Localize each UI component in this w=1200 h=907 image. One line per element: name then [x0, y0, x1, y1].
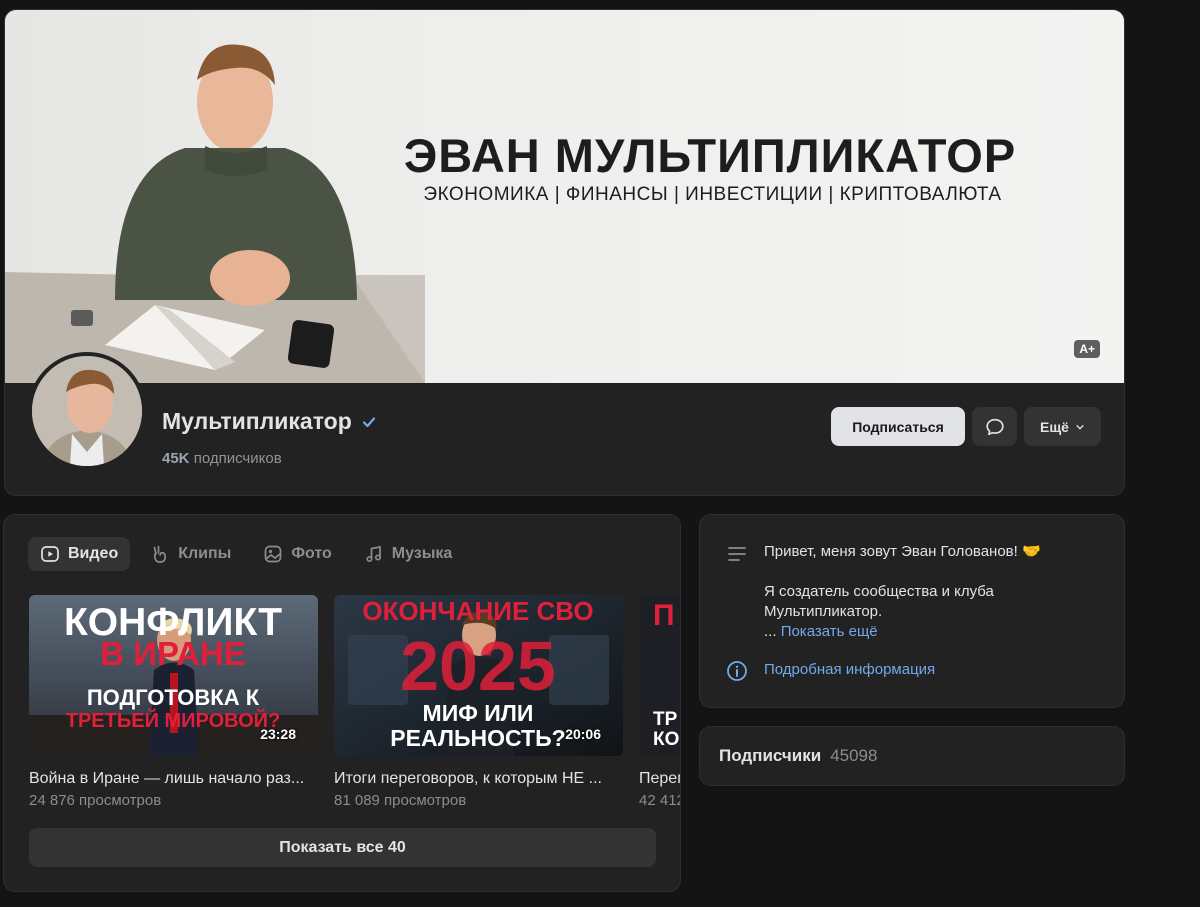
tab-videos-label: Видео: [68, 545, 119, 562]
tab-music-label: Музыка: [391, 545, 453, 562]
more-label: Ещё: [1040, 418, 1069, 435]
group-header-card: ЭВАН МУЛЬТИПЛИКАТОР ЭКОНОМИКА | ФИНАНСЫ …: [4, 9, 1125, 496]
thumb-line: В ИРАНЕ: [100, 635, 246, 672]
tab-photos[interactable]: Фото: [251, 537, 343, 571]
thumb-line: П: [653, 599, 675, 632]
video-title[interactable]: Война в Иране — лишь начало раз...: [29, 770, 318, 788]
show-all-videos-button[interactable]: Показать все 40: [29, 828, 656, 867]
about-section: Привет, меня зовут Эван Голованов! 🤝 Я с…: [699, 514, 1125, 708]
chevron-down-icon: [1076, 424, 1084, 430]
about-description: Привет, меня зовут Эван Голованов! 🤝 Я с…: [764, 542, 1104, 642]
message-icon: [985, 418, 1004, 435]
cover-title: ЭВАН МУЛЬТИПЛИКАТОР: [403, 129, 1017, 182]
tab-videos[interactable]: Видео: [28, 537, 131, 571]
video-title[interactable]: Перег: [639, 770, 680, 788]
thumb-line: МИФ ИЛИ: [423, 700, 534, 726]
clip-icon: [153, 545, 167, 563]
photo-icon: [264, 545, 282, 563]
age-rating-badge: A+: [1074, 340, 1100, 358]
tab-clips[interactable]: Клипы: [138, 537, 243, 571]
video-thumbnail[interactable]: П ТР КО: [639, 595, 680, 756]
subscribers-short: 45K: [162, 450, 190, 467]
subscribers-count: 45098: [830, 746, 878, 765]
thumb-line: ПОДГОТОВКА К: [87, 685, 260, 710]
video-title[interactable]: Итоги переговоров, к которым НЕ ...: [334, 770, 623, 788]
video-views: 24 876 просмотров: [29, 792, 162, 809]
video-duration: 23:28: [260, 726, 296, 742]
subscribers-word: подписчиков: [193, 450, 282, 467]
thumb-line: КО: [653, 729, 679, 750]
tab-clips-label: Клипы: [178, 545, 232, 562]
video-thumbnail[interactable]: КОНФЛИКТ В ИРАНЕ ПОДГОТОВКА К ТРЕТЬЕЙ МИ…: [29, 595, 318, 756]
details-link[interactable]: Подробная информация: [764, 661, 935, 678]
thumb-line: ОКОНЧАНИЕ СВО: [362, 596, 593, 626]
cover-image: ЭВАН МУЛЬТИПЛИКАТОР ЭКОНОМИКА | ФИНАНСЫ …: [5, 10, 1124, 383]
video-views: 81 089 просмотров: [334, 792, 467, 809]
show-more-link[interactable]: Показать ещё: [781, 623, 878, 640]
about-line-1: Привет, меня зовут Эван Голованов! 🤝: [764, 543, 1041, 560]
thumb-line: РЕАЛЬНОСТЬ?: [390, 725, 565, 751]
video-thumbnail[interactable]: ОКОНЧАНИЕ СВО 2025 МИФ ИЛИ РЕАЛЬНОСТЬ? 2…: [334, 595, 623, 756]
tab-photos-label: Фото: [291, 545, 332, 562]
text-lines-icon: [728, 547, 746, 561]
subscribers-summary[interactable]: 45K подписчиков: [162, 450, 282, 467]
info-icon: [727, 661, 747, 681]
video-thumbnail-art: П ТР КО: [639, 595, 680, 756]
thumb-line: 2025: [400, 627, 556, 705]
subscribers-section[interactable]: Подписчики 45098: [699, 726, 1125, 786]
message-button[interactable]: [972, 407, 1017, 446]
verified-icon: [360, 413, 378, 431]
avatar[interactable]: [28, 352, 146, 470]
video-views: 42 412: [639, 792, 681, 809]
group-name: Мультипликатор: [162, 408, 378, 435]
video-duration: 20:06: [565, 726, 601, 742]
cover-subtitle: ЭКОНОМИКА | ФИНАНСЫ | ИНВЕСТИЦИИ | КРИПТ…: [423, 184, 1002, 205]
about-line-2: Я создатель сообщества и клуба Мультипли…: [764, 583, 994, 620]
avatar-photo: [32, 356, 142, 466]
subscribe-button[interactable]: Подписаться: [831, 407, 965, 446]
video-item[interactable]: КОНФЛИКТ В ИРАНЕ ПОДГОТОВКА К ТРЕТЬЕЙ МИ…: [29, 595, 318, 809]
about-ellipsis: ...: [764, 623, 777, 640]
thumb-line: ТР: [653, 709, 678, 730]
more-button[interactable]: Ещё: [1024, 407, 1101, 446]
thumb-line: ТРЕТЬЕЙ МИРОВОЙ?: [66, 708, 281, 732]
play-icon: [41, 546, 59, 562]
group-name-text: Мультипликатор: [162, 408, 352, 434]
video-item[interactable]: ОКОНЧАНИЕ СВО 2025 МИФ ИЛИ РЕАЛЬНОСТЬ? 2…: [334, 595, 623, 809]
media-tabs: Видео Клипы Фото Музыка: [28, 537, 464, 571]
video-item[interactable]: П ТР КО Перег 42 412: [639, 595, 681, 809]
tab-music[interactable]: Музыка: [352, 537, 465, 571]
music-icon: [366, 545, 381, 563]
subscribers-label: Подписчики: [719, 746, 822, 765]
videos-section: Видео Клипы Фото Музыка КОНФЛИКТ В ИРАНЕ…: [3, 514, 681, 892]
